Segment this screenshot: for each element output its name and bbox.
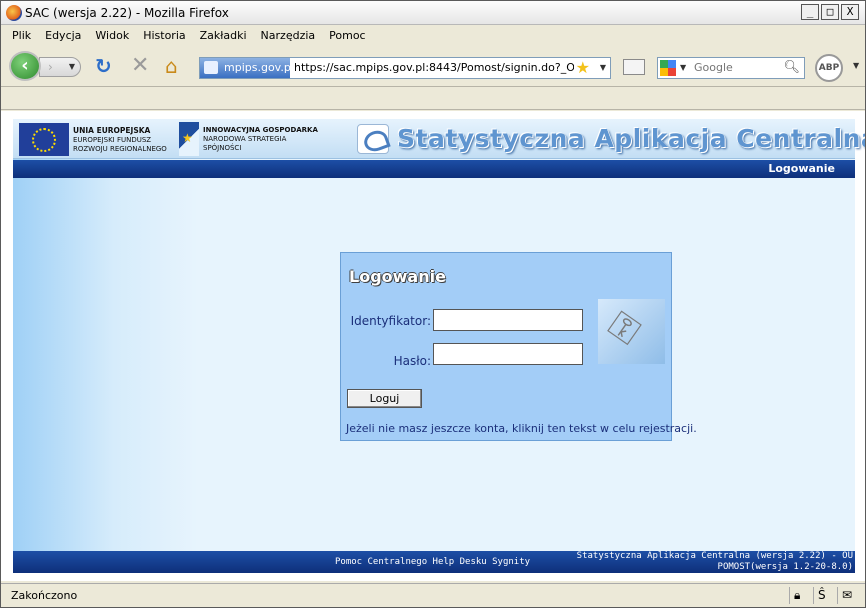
back-button[interactable]: ‹	[9, 51, 41, 81]
section-strip: Logowanie	[13, 160, 855, 178]
sync-icon[interactable]: Ŝ	[813, 587, 831, 604]
eu-flag-logo	[19, 123, 69, 156]
identifier-label: Identyfikator:	[350, 314, 431, 328]
bookmarks-bar	[1, 88, 865, 110]
search-engine-dropdown-icon[interactable]: ▼	[680, 58, 686, 78]
toolbar-overflow-icon[interactable]: ▼	[853, 61, 859, 70]
maximize-button[interactable]: □	[821, 4, 839, 20]
bookmark-star-icon[interactable]: ★	[576, 58, 590, 78]
magnifier-icon[interactable]: 🔍︎	[783, 60, 800, 75]
url-dropdown-icon[interactable]: ▼	[600, 58, 606, 78]
firefox-icon	[6, 5, 22, 21]
reload-icon[interactable]: ↻	[95, 56, 115, 76]
key-icon: ⚿	[601, 303, 647, 354]
menu-widok[interactable]: Widok	[88, 29, 136, 42]
section-label: Logowanie	[768, 162, 835, 175]
innovative-economy-logo	[179, 122, 199, 156]
login-title: Logowanie	[349, 267, 446, 286]
key-image: ⚿	[598, 299, 665, 364]
window-controls: _ □ X	[801, 4, 859, 20]
url-bar[interactable]: mpips.gov.pl https://sac.mpips.gov.pl:84…	[199, 57, 611, 79]
status-text: Zakończono	[11, 589, 78, 602]
title-bar: SAC (wersja 2.22) - Mozilla Firefox _ □ …	[1, 1, 865, 25]
menu-plik[interactable]: Plik	[5, 29, 38, 42]
mail-icon[interactable]	[623, 59, 645, 75]
browser-window: SAC (wersja 2.22) - Mozilla Firefox _ □ …	[0, 0, 866, 608]
adblock-button[interactable]: ABP	[815, 54, 843, 82]
menu-bar: Plik Edycja Widok Historia Zakładki Narz…	[1, 25, 865, 45]
menu-pomoc[interactable]: Pomoc	[322, 29, 372, 42]
password-label: Hasło:	[393, 354, 431, 368]
google-icon[interactable]	[660, 60, 676, 76]
home-icon[interactable]: ⌂	[165, 55, 187, 77]
menu-zakladki[interactable]: Zakładki	[193, 29, 254, 42]
status-bar: Zakończono 🔒︎ Ŝ ✉	[1, 583, 865, 607]
app-title: Statystyczna Aplikacja Centralna	[397, 124, 865, 153]
stop-icon[interactable]: ✕	[131, 55, 151, 77]
search-box[interactable]: ▼ 🔍︎	[657, 57, 805, 79]
menu-narzedzia[interactable]: Narzędzia	[254, 29, 323, 42]
page-content: UNIA EUROPEJSKA EUROPEJSKI FUNDUSZ ROZWO…	[1, 111, 865, 581]
lock-icon[interactable]: 🔒︎	[789, 587, 807, 604]
sac-logo-icon	[357, 124, 389, 154]
mail-status-icon[interactable]: ✉	[837, 587, 855, 604]
close-button[interactable]: X	[841, 4, 859, 20]
status-icons: 🔒︎ Ŝ ✉	[789, 587, 855, 604]
menu-edycja[interactable]: Edycja	[38, 29, 88, 42]
identifier-input[interactable]	[433, 309, 583, 331]
navigation-toolbar: › ▼ ‹ ↻ ✕ ⌂ mpips.gov.pl https://sac.mpip…	[1, 45, 865, 87]
version-info: Statystyczna Aplikacja Centralna (wersja…	[576, 551, 853, 572]
sac-page: UNIA EUROPEJSKA EUROPEJSKI FUNDUSZ ROZWO…	[13, 119, 865, 573]
help-desk-link[interactable]: Pomoc Centralnego Help Desku Sygnity	[335, 557, 530, 567]
identity-icon	[204, 61, 218, 74]
footer: Pomoc Centralnego Help Desku Sygnity Sta…	[13, 551, 855, 573]
window-title: SAC (wersja 2.22) - Mozilla Firefox	[25, 6, 229, 20]
site-identity-button[interactable]: mpips.gov.pl	[200, 58, 294, 78]
minimize-button[interactable]: _	[801, 4, 819, 20]
search-input[interactable]	[694, 61, 784, 74]
history-dropdown-icon[interactable]: ▼	[69, 58, 75, 76]
register-link[interactable]: Jeżeli nie masz jeszcze konta, kliknij t…	[346, 422, 697, 435]
url-text[interactable]: https://sac.mpips.gov.pl:8443/Pomost/sig…	[294, 61, 574, 74]
eu-fund-text: UNIA EUROPEJSKA EUROPEJSKI FUNDUSZ ROZWO…	[73, 126, 167, 153]
menu-historia[interactable]: Historia	[136, 29, 192, 42]
password-input[interactable]	[433, 343, 583, 365]
header-banner: UNIA EUROPEJSKA EUROPEJSKI FUNDUSZ ROZWO…	[13, 119, 865, 159]
login-panel: Logowanie ⚿ Identyfikator: Hasło: Loguj …	[340, 252, 697, 441]
forward-button[interactable]: › ▼	[39, 57, 81, 77]
login-button[interactable]: Loguj	[347, 389, 422, 408]
site-domain: mpips.gov.pl	[224, 61, 294, 74]
innovative-economy-text: INNOWACYJNA GOSPODARKA NARODOWA STRATEGI…	[203, 126, 318, 152]
